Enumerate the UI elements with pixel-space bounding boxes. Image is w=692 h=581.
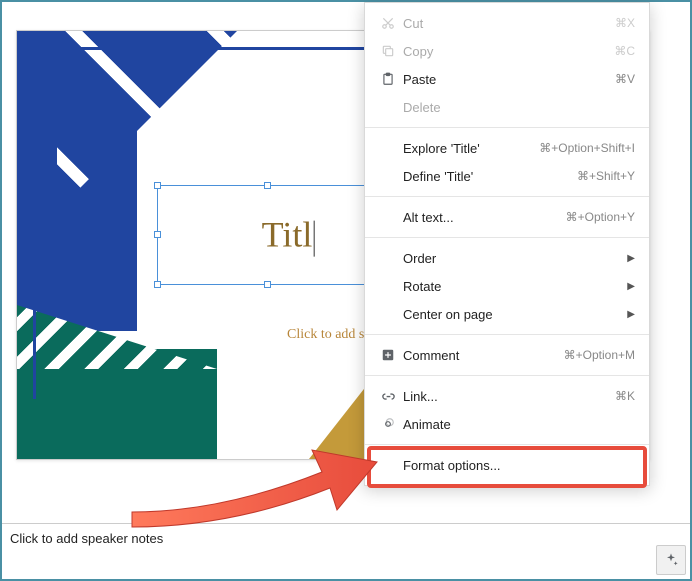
title-text[interactable]: Titl [262, 214, 315, 257]
menu-divider [365, 444, 649, 445]
menu-label: Delete [399, 100, 635, 115]
menu-shortcut: ⌘+Option+Shift+I [539, 141, 635, 155]
menu-label: Copy [399, 44, 614, 59]
menu-divider [365, 237, 649, 238]
menu-shortcut: ⌘X [615, 16, 635, 30]
explore-icon [663, 552, 679, 568]
menu-center[interactable]: Center on page ▶ [365, 300, 649, 328]
menu-cut: Cut ⌘X [365, 9, 649, 37]
menu-shortcut: ⌘V [615, 72, 635, 86]
submenu-arrow-icon: ▶ [627, 281, 635, 292]
resize-handle[interactable] [154, 231, 161, 238]
menu-alttext[interactable]: Alt text... ⌘+Option+Y [365, 203, 649, 231]
menu-shortcut: ⌘K [615, 389, 635, 403]
notes-placeholder: Click to add speaker notes [10, 531, 163, 546]
explore-button[interactable] [656, 545, 686, 575]
menu-shortcut: ⌘C [614, 44, 635, 58]
menu-label: Order [399, 251, 627, 266]
submenu-arrow-icon: ▶ [627, 309, 635, 320]
menu-define[interactable]: Define 'Title' ⌘+Shift+Y [365, 162, 649, 190]
menu-copy: Copy ⌘C [365, 37, 649, 65]
menu-label: Cut [399, 16, 615, 31]
menu-paste[interactable]: Paste ⌘V [365, 65, 649, 93]
menu-label: Link... [399, 389, 615, 404]
annotation-arrow [122, 422, 382, 532]
menu-comment[interactable]: Comment ⌘+Option+M [365, 341, 649, 369]
copy-icon [377, 44, 399, 58]
menu-explore[interactable]: Explore 'Title' ⌘+Option+Shift+I [365, 134, 649, 162]
resize-handle[interactable] [154, 281, 161, 288]
cut-icon [377, 16, 399, 30]
resize-handle[interactable] [264, 281, 271, 288]
menu-delete: Delete [365, 93, 649, 121]
menu-shortcut: ⌘+Option+M [564, 348, 635, 362]
submenu-arrow-icon: ▶ [627, 253, 635, 264]
menu-rotate[interactable]: Rotate ▶ [365, 272, 649, 300]
context-menu: Cut ⌘X Copy ⌘C Paste ⌘V Delete Explore '… [364, 2, 650, 486]
menu-divider [365, 127, 649, 128]
resize-handle[interactable] [264, 182, 271, 189]
menu-order[interactable]: Order ▶ [365, 244, 649, 272]
menu-divider [365, 196, 649, 197]
menu-label: Rotate [399, 279, 627, 294]
paste-icon [377, 72, 399, 86]
menu-animate[interactable]: Animate [365, 410, 649, 438]
menu-divider [365, 375, 649, 376]
menu-label: Alt text... [399, 210, 566, 225]
menu-divider [365, 334, 649, 335]
link-icon [377, 389, 399, 404]
menu-label: Animate [399, 417, 635, 432]
title-text-box[interactable]: Titl [157, 185, 379, 285]
menu-label: Comment [399, 348, 564, 363]
comment-icon [377, 348, 399, 362]
subtitle-placeholder[interactable]: Click to add s [287, 327, 364, 343]
menu-label: Paste [399, 72, 615, 87]
menu-shortcut: ⌘+Shift+Y [577, 169, 635, 183]
resize-handle[interactable] [154, 182, 161, 189]
menu-label: Define 'Title' [399, 169, 577, 184]
menu-label: Explore 'Title' [399, 141, 539, 156]
menu-shortcut: ⌘+Option+Y [566, 210, 635, 224]
menu-label: Center on page [399, 307, 627, 322]
menu-label: Format options... [399, 458, 635, 473]
menu-link[interactable]: Link... ⌘K [365, 382, 649, 410]
menu-format-options[interactable]: Format options... [365, 451, 649, 479]
